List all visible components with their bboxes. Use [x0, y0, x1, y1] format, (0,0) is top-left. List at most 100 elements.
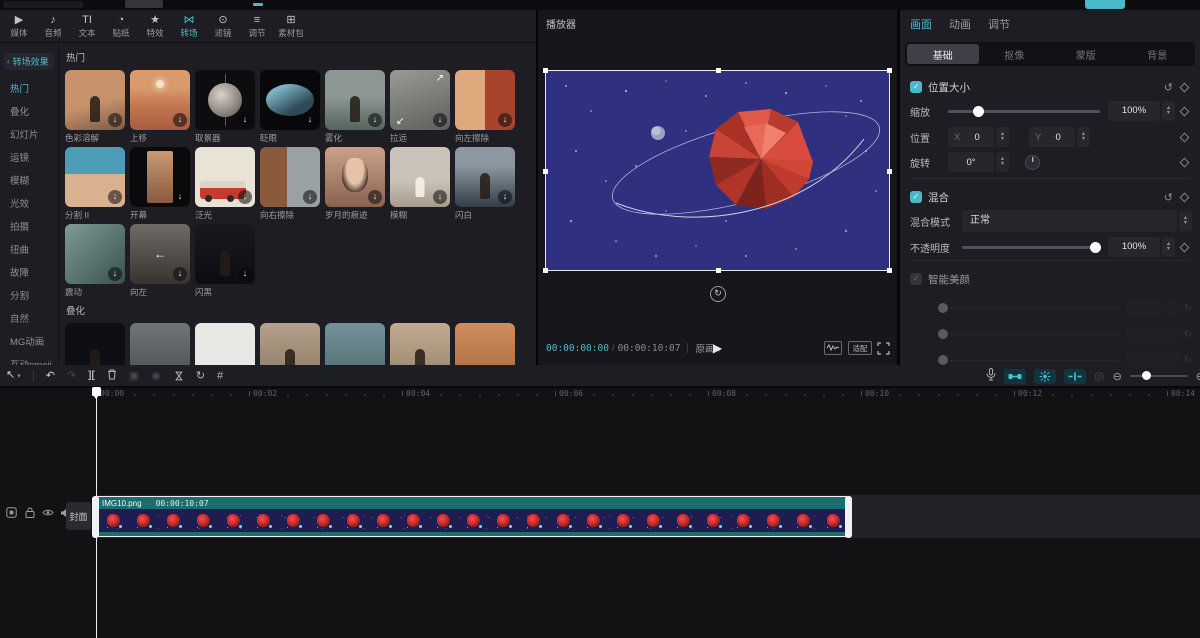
cover-button[interactable]: 封面: [66, 502, 91, 530]
preview-canvas[interactable]: [545, 70, 890, 271]
keyframe-diamond-icon[interactable]: [1180, 157, 1190, 167]
toolbar-item-material-pack[interactable]: ⊞素材包: [274, 14, 308, 39]
timeline-clip[interactable]: IMG10.png 00:00:10:07: [96, 496, 848, 537]
canvas-handle-n[interactable]: [716, 68, 721, 73]
toolbar-item-text[interactable]: TI文本: [70, 14, 104, 39]
download-icon[interactable]: [238, 113, 252, 127]
keyframe-diamond-icon[interactable]: [1180, 132, 1190, 142]
effect-card-1-1[interactable]: [130, 323, 190, 365]
tab-picture[interactable]: 画面: [910, 16, 932, 32]
freeze-frame-icon[interactable]: ▣: [129, 370, 139, 382]
reset-icon[interactable]: ↺: [1164, 81, 1173, 94]
effect-card-0-4[interactable]: [325, 70, 385, 130]
preview-axis-toggle[interactable]: [1064, 369, 1086, 384]
toolbar-item-transition[interactable]: ⋈转场: [172, 14, 206, 39]
effect-card-0-13[interactable]: [455, 147, 515, 207]
playhead-handle[interactable]: [92, 387, 101, 396]
effect-card-0-1[interactable]: [130, 70, 190, 130]
snap-toggle[interactable]: [1004, 369, 1026, 384]
auto-fit-timeline-icon[interactable]: ◎: [1094, 370, 1104, 382]
sidebar-item-10[interactable]: 自然: [0, 308, 58, 331]
fit-ratio-button[interactable]: 适配: [848, 341, 872, 355]
canvas-handle-sw[interactable]: [543, 268, 548, 273]
main-track-icon[interactable]: [5, 506, 18, 519]
hide-track-icon[interactable]: [41, 506, 54, 519]
download-icon[interactable]: [433, 113, 447, 127]
linkage-toggle[interactable]: [1034, 369, 1056, 384]
toolbar-item-adjust[interactable]: ≡调节: [240, 14, 274, 39]
zoom-out-icon[interactable]: ⊖: [1113, 370, 1122, 383]
sidebar-item-9[interactable]: 分割: [0, 285, 58, 308]
sidebar-item-7[interactable]: 扭曲: [0, 239, 58, 262]
effect-card-1-6[interactable]: [455, 323, 515, 365]
keyframe-diamond-icon[interactable]: [1180, 242, 1190, 252]
download-icon[interactable]: [173, 113, 187, 127]
sidebar-item-3[interactable]: 运镜: [0, 147, 58, 170]
download-icon[interactable]: [173, 190, 187, 204]
effect-card-0-12[interactable]: [390, 147, 450, 207]
effect-card-0-5[interactable]: [390, 70, 450, 130]
rotate-handle-icon[interactable]: ↻: [710, 286, 726, 302]
slider-knob[interactable]: [1142, 371, 1151, 380]
opacity-stepper[interactable]: ▲▼: [1162, 237, 1175, 257]
effect-card-0-0[interactable]: [65, 70, 125, 130]
position-x-stepper[interactable]: ▲▼: [996, 127, 1009, 147]
fullscreen-icon[interactable]: [878, 343, 889, 354]
effect-card-1-5[interactable]: [390, 323, 450, 365]
effect-card-0-10[interactable]: [260, 147, 320, 207]
timeline-zoom-slider[interactable]: [1130, 375, 1188, 377]
effect-card-0-8[interactable]: [130, 147, 190, 207]
sidebar-item-11[interactable]: MG动画: [0, 331, 58, 354]
effect-card-0-9[interactable]: [195, 147, 255, 207]
record-voiceover-icon[interactable]: [986, 368, 996, 384]
download-icon[interactable]: [498, 113, 512, 127]
rotation-field[interactable]: 0°: [948, 152, 994, 172]
tab-animation[interactable]: 动画: [949, 16, 971, 32]
toolbar-item-effects[interactable]: ★特效: [138, 14, 172, 39]
export-button[interactable]: [1085, 0, 1125, 9]
sidebar-item-4[interactable]: 模糊: [0, 170, 58, 193]
effect-card-1-0[interactable]: [65, 323, 125, 365]
effect-card-0-6[interactable]: [455, 70, 515, 130]
canvas-handle-nw[interactable]: [543, 68, 548, 73]
subtab-basic[interactable]: 基础: [907, 44, 979, 64]
keyframe-diamond-icon[interactable]: [1180, 82, 1190, 92]
effect-card-0-16[interactable]: [195, 224, 255, 284]
delete-icon[interactable]: [107, 369, 117, 383]
toolbar-item-sticker[interactable]: ◔贴纸: [104, 14, 138, 39]
canvas-handle-se[interactable]: [887, 268, 892, 273]
position-x-field[interactable]: X 0: [948, 127, 994, 147]
sidebar-item-1[interactable]: 叠化: [0, 101, 58, 124]
rotate-icon[interactable]: ↻: [196, 370, 205, 382]
sidebar-item-0[interactable]: 热门: [0, 78, 58, 101]
position-size-checkbox[interactable]: ✓: [910, 81, 922, 93]
download-icon[interactable]: [303, 190, 317, 204]
slider-knob[interactable]: [938, 355, 948, 365]
effect-card-1-3[interactable]: [260, 323, 320, 365]
blend-checkbox[interactable]: ✓: [910, 191, 922, 203]
slider-knob[interactable]: [1090, 242, 1101, 253]
slider-knob[interactable]: [938, 329, 948, 339]
position-y-field[interactable]: Y 0: [1029, 127, 1075, 147]
download-icon[interactable]: [108, 190, 122, 204]
rotation-dial[interactable]: [1025, 155, 1040, 170]
sidebar-item-2[interactable]: 幻灯片: [0, 124, 58, 147]
effect-card-0-14[interactable]: [65, 224, 125, 284]
rotation-stepper[interactable]: ▲▼: [996, 152, 1009, 172]
subtab-mask[interactable]: 蒙版: [1050, 44, 1122, 64]
download-icon[interactable]: [108, 267, 122, 281]
scale-value[interactable]: 100%: [1108, 101, 1160, 121]
clip-trim-handle-right[interactable]: [845, 496, 852, 538]
toolbar-item-filter[interactable]: ⊙滤镜: [206, 14, 240, 39]
sidebar-item-5[interactable]: 光效: [0, 193, 58, 216]
beauty-checkbox[interactable]: ✓: [910, 273, 922, 285]
effect-card-0-11[interactable]: [325, 147, 385, 207]
toolbar-item-audio[interactable]: ♪音频: [36, 14, 70, 39]
timeline-area[interactable]: 00:0000:0200:0400:0600:0800:1000:1200:14…: [0, 388, 1200, 638]
sidebar-item-12[interactable]: 互动emoji: [0, 354, 58, 365]
scale-slider[interactable]: [948, 110, 1100, 113]
subtab-background[interactable]: 背景: [1122, 44, 1194, 64]
download-icon[interactable]: [173, 267, 187, 281]
effect-card-0-15[interactable]: [130, 224, 190, 284]
canvas-handle-w[interactable]: [543, 169, 548, 174]
